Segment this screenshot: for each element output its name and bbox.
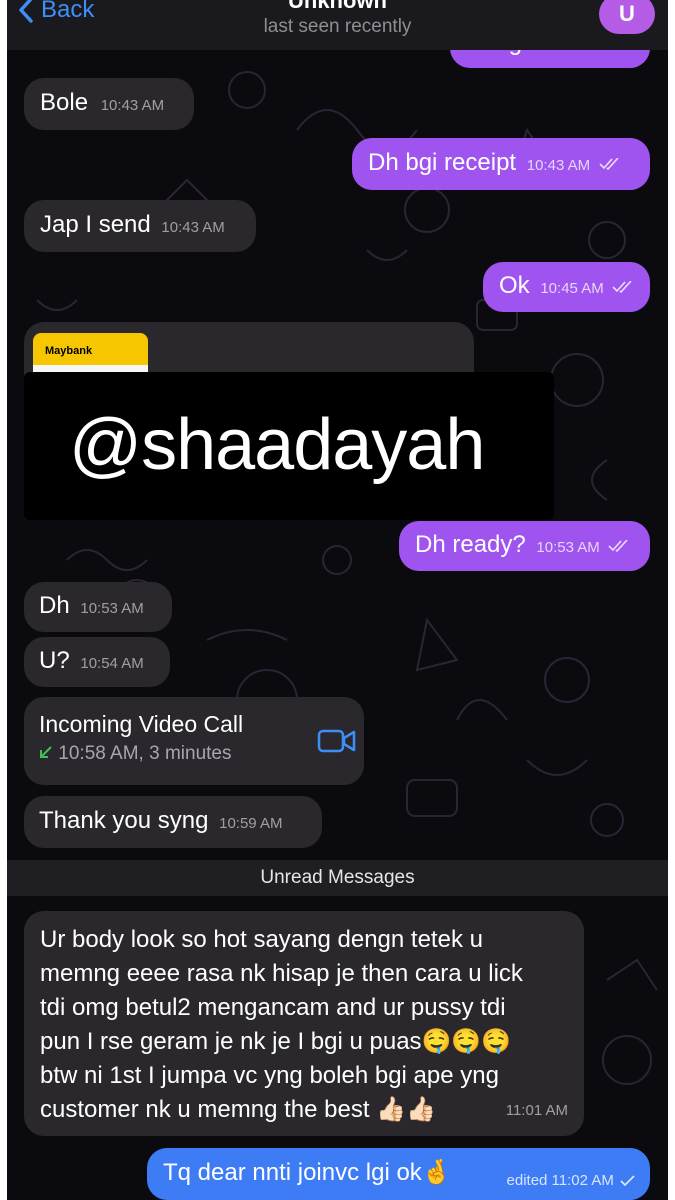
message-time: 10:43 AM bbox=[161, 219, 225, 236]
message-bubble[interactable]: Dh ready? 10:53 AM bbox=[399, 521, 650, 571]
watermark-text: @shaadayah bbox=[69, 405, 485, 485]
avatar[interactable]: U bbox=[599, 0, 655, 34]
message-line: customer nk u memng the best 👍🏻👍🏻 bbox=[40, 1096, 436, 1123]
message-bubble[interactable]: U? 10:54 AM bbox=[24, 637, 170, 687]
message-line: tdi omg betul2 mengancam and ur pussy td… bbox=[40, 994, 506, 1021]
message-bubble[interactable]: Thank you syng 10:59 AM bbox=[24, 796, 322, 848]
incoming-arrow-icon bbox=[40, 746, 52, 758]
message-time: 10:53 AM bbox=[536, 539, 600, 556]
message-bubble[interactable]: Dh bgi receipt 10:43 AM bbox=[352, 138, 650, 190]
message-line: memng eeee rasa nk hisap je then cara u … bbox=[40, 960, 523, 987]
maybank-logo: Maybank bbox=[45, 345, 93, 357]
message-time: 10:54 AM bbox=[80, 655, 144, 672]
unread-divider: Unread Messages bbox=[7, 860, 668, 896]
call-message[interactable]: Incoming Video Call 10:58 AM, 3 minutes bbox=[24, 697, 364, 785]
message-time: 11:01 AM bbox=[505, 1102, 568, 1119]
call-title: Incoming Video Call bbox=[39, 711, 244, 737]
message-line: Ur body look so hot sayang dengn tetek u bbox=[40, 926, 483, 953]
video-camera-icon[interactable] bbox=[317, 727, 357, 755]
message-line: pun I rse geram je nk je I bgi u puas🤤🤤🤤 bbox=[40, 1028, 512, 1055]
message-bubble[interactable]: Tq dear nnti joinvc lgi ok🤞 edited 11:02… bbox=[147, 1148, 650, 1200]
message-bubble[interactable]: Ok 10:45 AM bbox=[483, 262, 650, 312]
message-bubble[interactable]: Bole 10:43 AM bbox=[24, 78, 194, 130]
message-time: 10:59 AM bbox=[219, 815, 283, 832]
message-time: 10:45 AM bbox=[540, 280, 604, 297]
message-time: edited 11:02 AM bbox=[506, 1172, 614, 1189]
contact-name[interactable]: Unknown bbox=[7, 0, 668, 14]
message-time: 10:43 AM bbox=[526, 157, 591, 174]
message-bubble[interactable]: Ur body look so hot sayang dengn tetek u… bbox=[24, 911, 584, 1136]
message-time: 10:43 AM bbox=[100, 97, 165, 114]
contact-status: last seen recently bbox=[263, 16, 412, 37]
read-check-icon bbox=[599, 157, 619, 170]
message-line: btw ni 1st I jumpa vc yng boleh bgi ape … bbox=[40, 1062, 499, 1089]
message-bubble[interactable]: Jap I send 10:43 AM bbox=[24, 200, 256, 252]
chat-screen: Back Unknown last seen recently U Okrg? … bbox=[7, 0, 668, 1200]
read-check-icon bbox=[608, 539, 629, 552]
call-detail: 10:58 AM, 3 minutes bbox=[58, 743, 232, 764]
message-time: 10:53 AM bbox=[80, 600, 144, 617]
message-bubble[interactable]: Dh 10:53 AM bbox=[24, 582, 172, 632]
sent-check-icon bbox=[620, 1175, 635, 1187]
chat-header: Back Unknown last seen recently U bbox=[7, 0, 668, 50]
read-check-icon bbox=[612, 280, 632, 293]
